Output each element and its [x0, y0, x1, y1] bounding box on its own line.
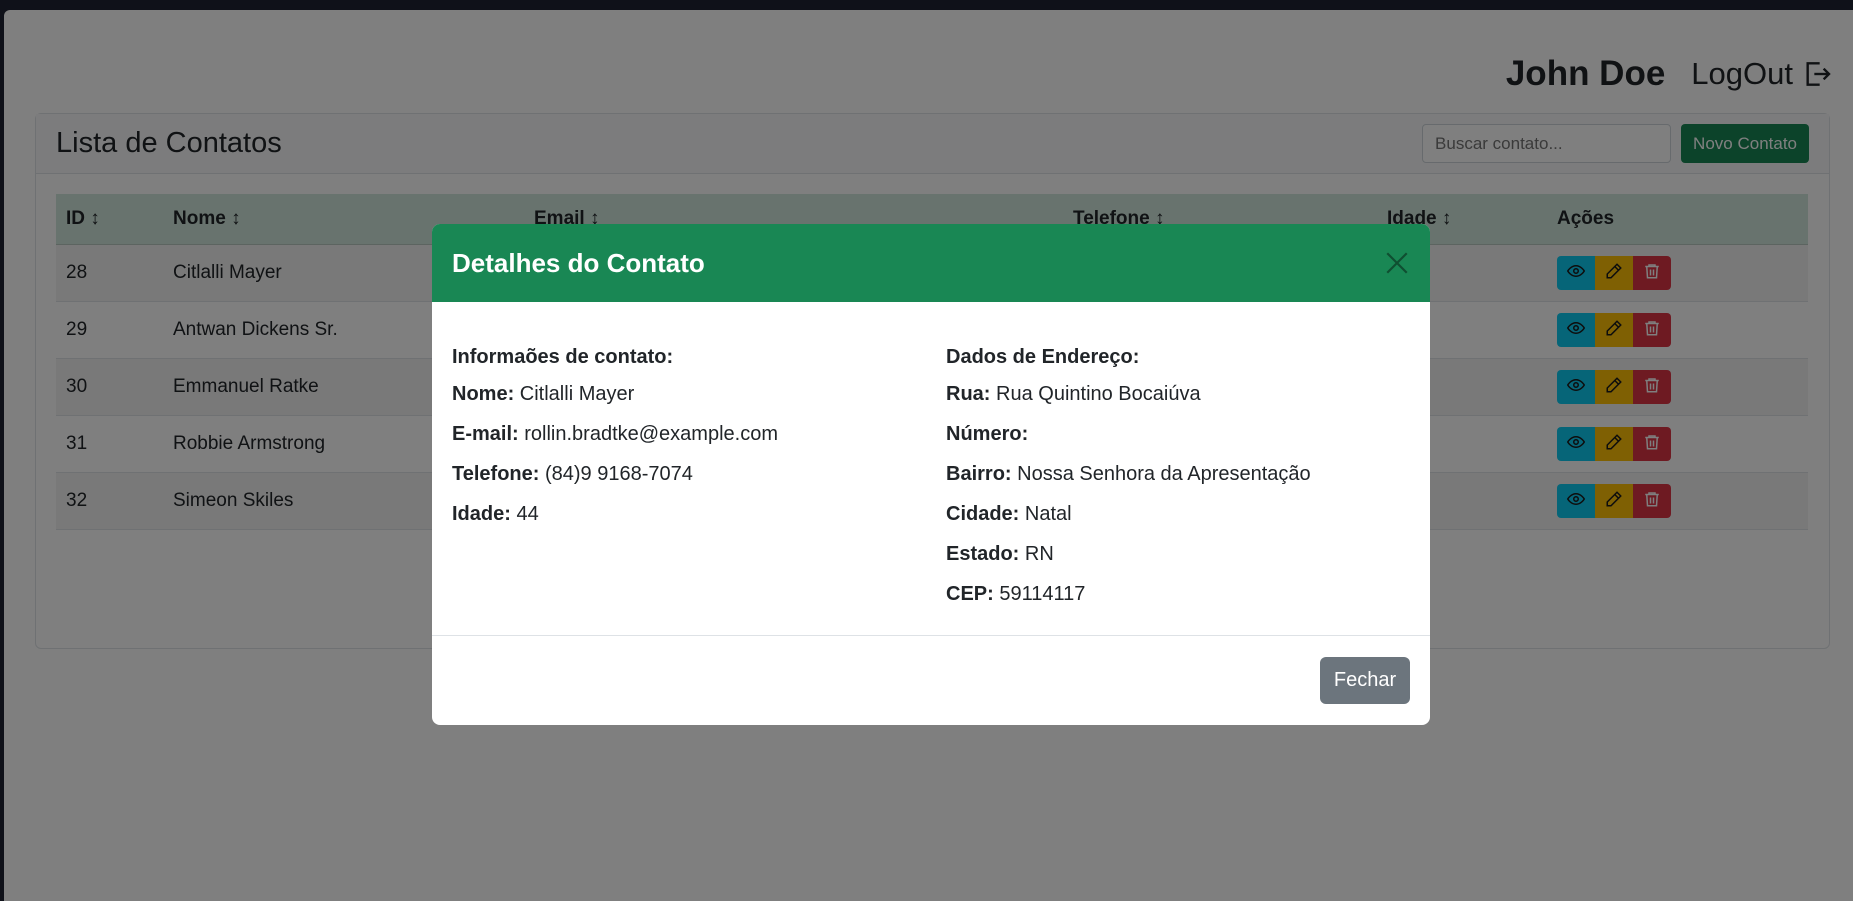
modal-body: Informaões de contato: Nome: Citlalli Ma… — [432, 302, 1430, 636]
detail-bairro: Bairro: Nossa Senhora da Apresentação — [946, 463, 1311, 485]
modal-title: Detalhes do Contato — [452, 247, 705, 278]
address-column: Dados de Endereço: Rua: Rua Quintino Boc… — [946, 344, 1311, 621]
detail-cidade: Cidade: Natal — [946, 503, 1072, 525]
contact-details-modal: Detalhes do Contato Informaões de contat… — [432, 224, 1430, 725]
close-icon[interactable] — [1384, 250, 1410, 276]
contact-info-heading: Informaões de contato: — [452, 346, 674, 368]
close-button[interactable]: Fechar — [1320, 657, 1410, 704]
detail-cep: CEP: 59114117 — [946, 583, 1086, 605]
modal-footer: Fechar — [432, 636, 1430, 725]
address-heading: Dados de Endereço: — [946, 346, 1140, 368]
detail-rua: Rua: Rua Quintino Bocaiúva — [946, 383, 1201, 405]
detail-nome: Nome: Citlalli Mayer — [452, 383, 635, 405]
modal-header: Detalhes do Contato — [432, 224, 1430, 302]
detail-email: E-mail: rollin.bradtke@example.com — [452, 423, 778, 445]
detail-idade: Idade: 44 — [452, 503, 539, 525]
detail-numero: Número: — [946, 423, 1029, 445]
detail-telefone: Telefone: (84)9 9168-7074 — [452, 463, 693, 485]
contact-info-column: Informaões de contato: Nome: Citlalli Ma… — [452, 344, 778, 541]
detail-estado: Estado: RN — [946, 543, 1054, 565]
